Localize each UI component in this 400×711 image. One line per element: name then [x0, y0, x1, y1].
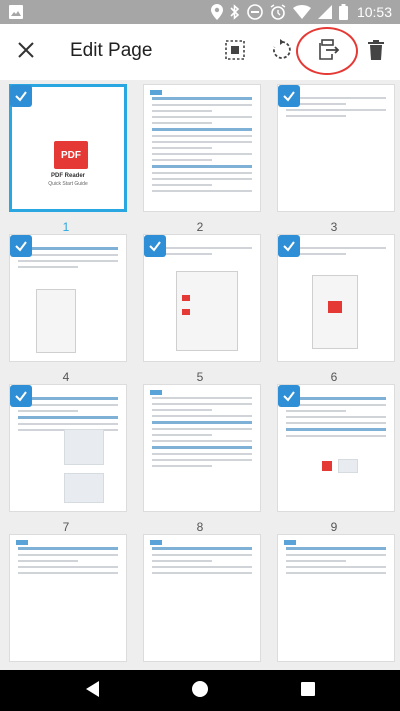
select-all-button[interactable] [215, 32, 255, 72]
select-all-icon [225, 39, 245, 65]
back-button[interactable] [72, 678, 112, 704]
page-logo [150, 90, 162, 95]
page-thumbnail[interactable]: 12 [268, 532, 400, 670]
signal-icon [317, 5, 332, 19]
wifi-icon [292, 5, 311, 19]
minus-circle-icon [247, 4, 263, 20]
page-preview [277, 534, 395, 662]
home-button[interactable] [180, 678, 220, 704]
checkbox-checked-icon[interactable] [278, 385, 300, 407]
location-icon [210, 4, 223, 20]
checkbox-checked-icon[interactable] [278, 235, 300, 257]
status-time: 10:53 [356, 4, 392, 20]
checkbox-checked-icon[interactable] [278, 85, 300, 107]
delete-button[interactable] [356, 32, 396, 72]
highlight-annotation [296, 27, 358, 75]
rotate-icon [271, 38, 293, 66]
home-icon [191, 680, 209, 703]
checkbox-checked-icon[interactable] [10, 235, 32, 257]
status-icons: 10:53 [210, 3, 392, 21]
page-preview [143, 384, 261, 512]
status-bar: 10:53 [0, 0, 400, 24]
delete-icon [367, 39, 385, 65]
navigation-bar [0, 670, 400, 711]
page-thumbnail[interactable]: 3 [268, 82, 400, 252]
phone-illustration [36, 289, 76, 353]
page-logo [150, 540, 162, 545]
alarm-icon [270, 4, 286, 20]
page-preview [143, 534, 261, 662]
bluetooth-icon [230, 4, 240, 20]
close-button[interactable] [6, 32, 46, 72]
page-thumbnail[interactable]: 10 [0, 532, 132, 670]
page-title: Edit Page [70, 40, 153, 61]
page-thumbnail[interactable]: 8 [134, 382, 266, 552]
page-thumbnail[interactable]: 9 [268, 382, 400, 552]
back-icon [84, 680, 100, 703]
page-thumbnail[interactable]: PDF PDF Reader Quick Start Guide 1 [0, 82, 132, 252]
page-thumbnail[interactable]: 4 [0, 232, 132, 402]
page-logo [284, 540, 296, 545]
page-thumbnail[interactable]: 11 [134, 532, 266, 670]
page-logo [16, 540, 28, 545]
page-thumbnail[interactable]: 2 [134, 82, 266, 252]
close-icon [18, 41, 34, 63]
image-icon [8, 4, 24, 20]
page-thumbnail[interactable]: 6 [268, 232, 400, 402]
page-thumbnail[interactable]: 7 [0, 382, 132, 552]
checkbox-checked-icon[interactable] [10, 85, 32, 107]
checkbox-checked-icon[interactable] [144, 235, 166, 257]
recents-button[interactable] [288, 678, 328, 704]
page-logo [150, 390, 162, 395]
checkbox-checked-icon[interactable] [10, 385, 32, 407]
page-grid: PDF PDF Reader Quick Start Guide 1 2 3 4… [0, 80, 400, 670]
battery-icon [338, 4, 348, 20]
page-thumbnail[interactable]: 5 [134, 232, 266, 402]
cover-title: PDF Reader [50, 173, 85, 179]
recents-icon [300, 681, 316, 702]
cover-subtitle: Quick Start Guide [48, 181, 88, 187]
pdf-logo-icon: PDF [54, 141, 88, 169]
page-preview [9, 534, 127, 662]
page-preview [143, 84, 261, 212]
